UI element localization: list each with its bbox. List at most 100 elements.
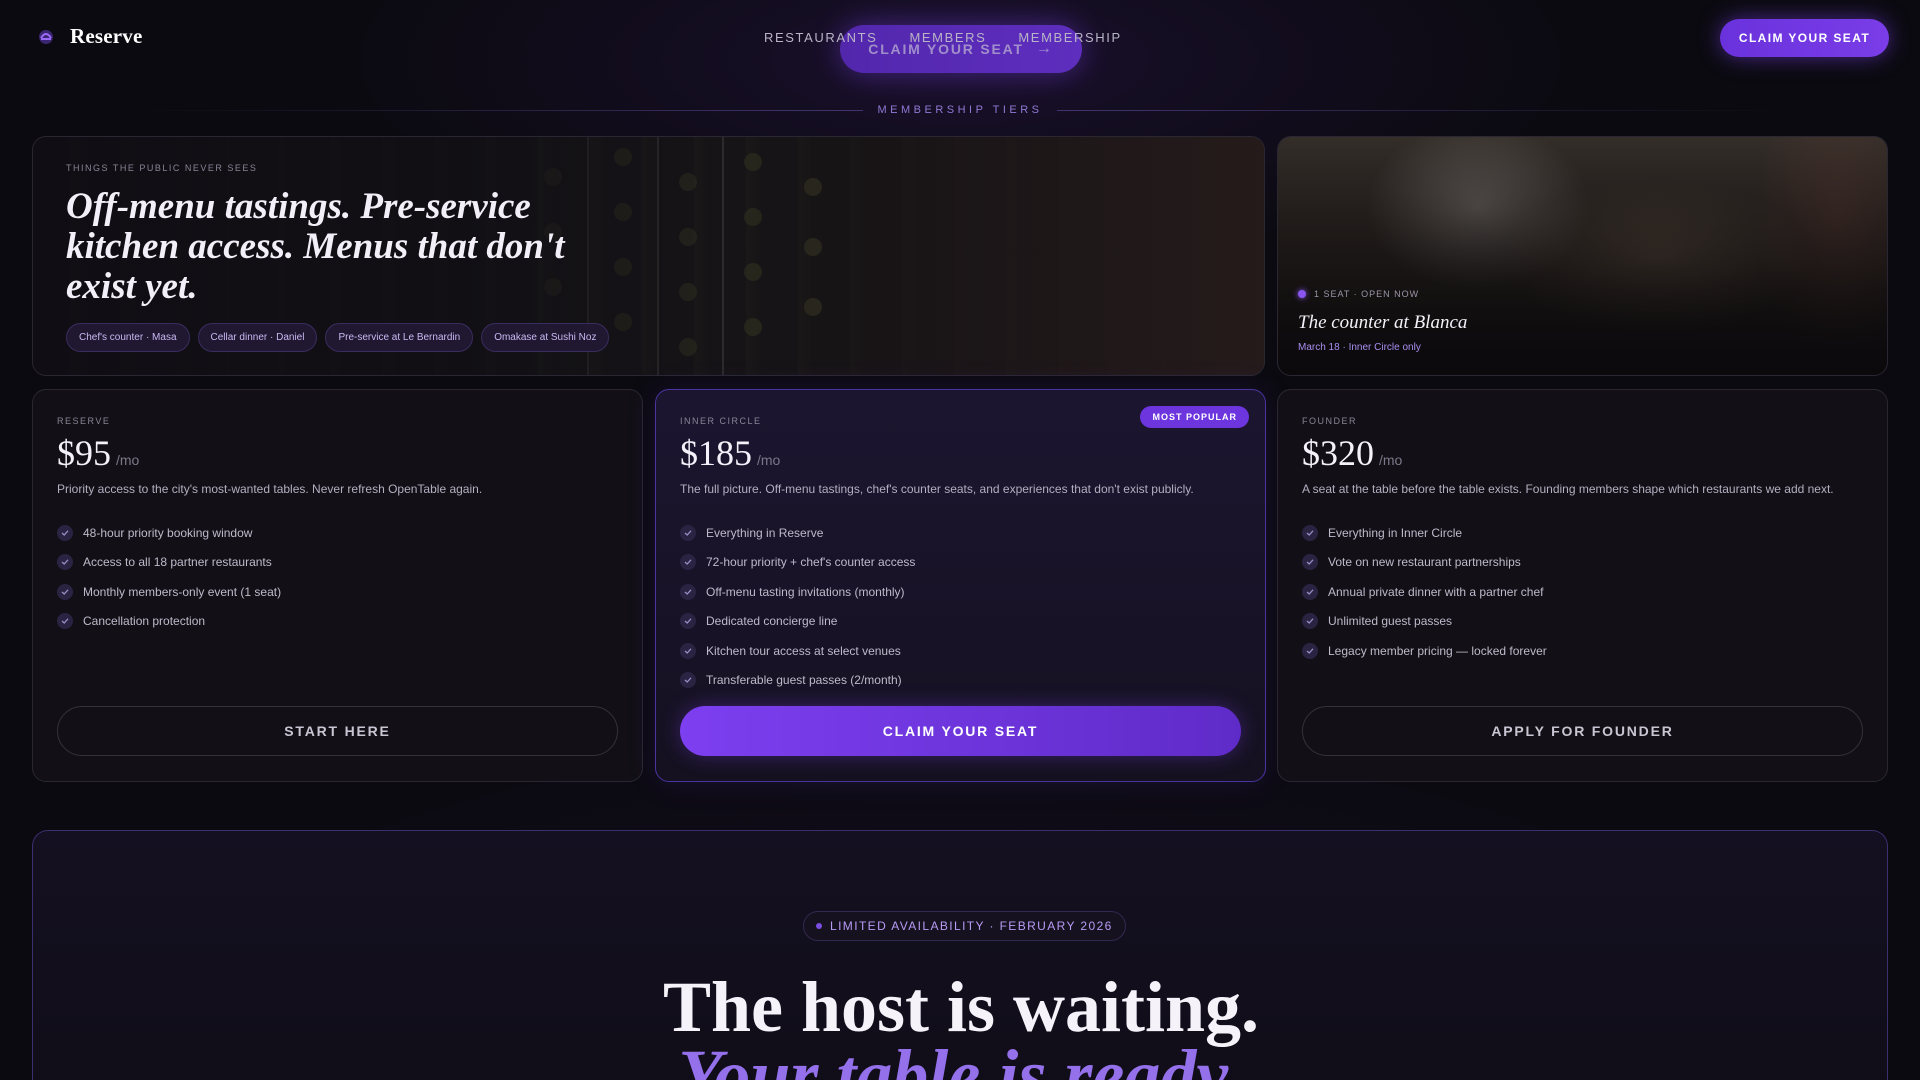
availability-badge: LIMITED AVAILABILITY · FEBRUARY 2026 — [803, 911, 1126, 941]
feature-item: Access to all 18 partner restaurants — [57, 548, 281, 578]
price-period: /mo — [757, 452, 781, 468]
section-label-text: MEMBERSHIP TIERS — [877, 104, 1043, 116]
seat-status: 1 SEAT · OPEN NOW — [1298, 289, 1419, 299]
tier-label: FOUNDER — [1302, 416, 1357, 426]
status-dot-icon — [1298, 290, 1306, 298]
feature-list: 48-hour priority booking window Access t… — [57, 518, 281, 636]
check-icon — [1302, 642, 1318, 659]
feature-text: Kitchen tour access at select venues — [706, 643, 901, 658]
feature-item: Transferable guest passes (2/month) — [680, 666, 915, 696]
tier-label: INNER CIRCLE — [680, 416, 762, 426]
feature-text: Cancellation protection — [83, 614, 206, 629]
brand-logo[interactable]: Reserve — [36, 24, 143, 49]
feature-item: Everything in Inner Circle — [1302, 518, 1547, 548]
hero-eyebrow: THINGS THE PUBLIC NEVER SEES — [66, 163, 258, 173]
feature-item: Off-menu tasting invitations (monthly) — [680, 577, 915, 607]
check-icon — [57, 554, 73, 571]
feature-text: Unlimited guest passes — [1328, 614, 1453, 629]
check-icon — [1302, 554, 1318, 571]
nav-claim-seat-button[interactable]: CLAIM YOUR SEAT — [1720, 19, 1889, 57]
feature-item: Annual private dinner with a partner che… — [1302, 577, 1547, 607]
tier-description: Priority access to the city's most-wante… — [57, 482, 483, 496]
featured-seat-card[interactable]: 1 SEAT · OPEN NOW The counter at Blanca … — [1277, 136, 1888, 376]
check-icon — [680, 583, 696, 600]
tier-description: The full picture. Off-menu tastings, che… — [680, 482, 1194, 496]
chip-daniel[interactable]: Cellar dinner · Daniel — [197, 323, 318, 352]
cta-headline-accent: Your table is ready. — [678, 1035, 1244, 1080]
apply-founder-button[interactable]: APPLY FOR FOUNDER — [1302, 706, 1863, 756]
price-amount: $95 — [57, 433, 111, 473]
logo-icon — [36, 27, 56, 47]
feature-text: 72-hour priority + chef's counter access — [706, 555, 916, 570]
feature-text: Off-menu tasting invitations (monthly) — [706, 584, 905, 599]
tier-price: $95 /mo — [57, 432, 139, 474]
check-icon — [57, 583, 73, 600]
tier-description: A seat at the table before the table exi… — [1302, 482, 1834, 496]
feature-item: Monthly members-only event (1 seat) — [57, 577, 281, 607]
feature-text: Vote on new restaurant partnerships — [1328, 555, 1521, 570]
check-icon — [680, 642, 696, 659]
most-popular-badge: MOST POPULAR — [1140, 406, 1249, 428]
tier-label: RESERVE — [57, 416, 111, 426]
tier-card-inner-circle: INNER CIRCLE MOST POPULAR $185 /mo The f… — [655, 389, 1266, 782]
nav-link-members[interactable]: MEMBERS — [909, 30, 986, 45]
check-icon — [1302, 613, 1318, 630]
check-icon — [680, 554, 696, 571]
featured-seat-subtitle: March 18 · Inner Circle only — [1298, 342, 1421, 353]
tier-price: $185 /mo — [680, 432, 780, 474]
feature-item: 48-hour priority booking window — [57, 518, 281, 548]
check-icon — [680, 524, 696, 541]
chip-masa[interactable]: Chef's counter · Masa — [66, 323, 190, 352]
feature-text: Transferable guest passes (2/month) — [706, 673, 902, 688]
nav-link-restaurants[interactable]: RESTAURANTS — [764, 30, 877, 45]
feature-item: Everything in Reserve — [680, 518, 915, 548]
chip-sushi-noz[interactable]: Omakase at Sushi Noz — [481, 323, 610, 352]
claim-seat-button[interactable]: CLAIM YOUR SEAT — [680, 706, 1241, 756]
availability-text: LIMITED AVAILABILITY · FEBRUARY 2026 — [830, 919, 1113, 933]
feature-text: Legacy member pricing — locked forever — [1328, 643, 1547, 658]
tier-card-reserve: RESERVE $95 /mo Priority access to the c… — [32, 389, 643, 782]
price-period: /mo — [116, 452, 140, 468]
availability-dot-icon — [816, 923, 822, 929]
divider-left — [128, 109, 864, 111]
feature-item: Kitchen tour access at select venues — [680, 636, 915, 666]
experience-chips: Chef's counter · Masa Cellar dinner · Da… — [66, 323, 610, 352]
check-icon — [1302, 583, 1318, 600]
chip-le-bernardin[interactable]: Pre-service at Le Bernardin — [325, 323, 474, 352]
divider-right — [1056, 109, 1792, 111]
tier-price: $320 /mo — [1302, 432, 1402, 474]
feature-list: Everything in Inner Circle Vote on new r… — [1302, 518, 1547, 666]
feature-text: Dedicated concierge line — [706, 614, 838, 629]
feature-item: Vote on new restaurant partnerships — [1302, 548, 1547, 578]
check-icon — [680, 672, 696, 689]
cta-section: LIMITED AVAILABILITY · FEBRUARY 2026 The… — [32, 830, 1888, 1080]
tier-card-founder: FOUNDER $320 /mo A seat at the table bef… — [1277, 389, 1888, 782]
side-card-shade — [1278, 137, 1887, 375]
feature-item: Cancellation protection — [57, 607, 281, 637]
check-icon — [57, 613, 73, 630]
nav-link-membership[interactable]: MEMBERSHIP — [1018, 30, 1121, 45]
feature-text: Everything in Reserve — [706, 525, 824, 540]
feature-item: Unlimited guest passes — [1302, 607, 1547, 637]
feature-text: Access to all 18 partner restaurants — [83, 555, 272, 570]
price-amount: $320 — [1302, 433, 1374, 473]
check-icon — [57, 524, 73, 541]
price-amount: $185 — [680, 433, 752, 473]
feature-list: Everything in Reserve 72-hour priority +… — [680, 518, 915, 695]
check-icon — [680, 613, 696, 630]
top-nav: Reserve CLAIM YOUR SEAT → RESTAURANTS ME… — [0, 0, 1920, 76]
feature-item: Legacy member pricing — locked forever — [1302, 636, 1547, 666]
featured-seat-title: The counter at Blanca — [1298, 312, 1468, 333]
hero-title: Off-menu tastings. Pre-service kitchen a… — [66, 186, 565, 307]
brand-name: Reserve — [70, 24, 143, 48]
feature-item: 72-hour priority + chef's counter access — [680, 548, 915, 578]
hero-card: THINGS THE PUBLIC NEVER SEES Off-menu ta… — [32, 136, 1265, 376]
feature-item: Dedicated concierge line — [680, 607, 915, 637]
start-here-button[interactable]: START HERE — [57, 706, 618, 756]
feature-text: Everything in Inner Circle — [1328, 525, 1463, 540]
price-period: /mo — [1379, 452, 1403, 468]
section-label: MEMBERSHIP TIERS — [0, 104, 1920, 116]
seat-status-text: 1 SEAT · OPEN NOW — [1314, 289, 1420, 299]
check-icon — [1302, 524, 1318, 541]
feature-text: 48-hour priority booking window — [83, 525, 253, 540]
